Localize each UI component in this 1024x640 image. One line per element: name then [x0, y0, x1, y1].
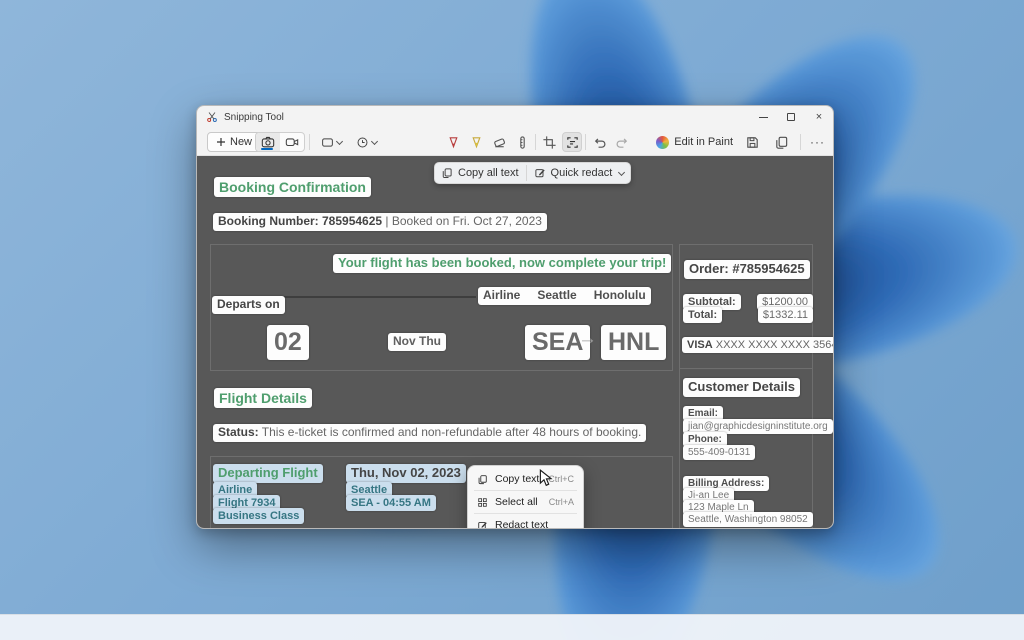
redact-icon [477, 520, 488, 530]
snip-canvas: Booking Confirmation Booking Number: 785… [197, 156, 834, 529]
eraser-button[interactable] [489, 132, 509, 152]
copy-all-text-button[interactable]: Copy all text [441, 167, 519, 179]
maximize-button[interactable] [777, 106, 805, 128]
ocr-total-value[interactable]: $1332.11 [758, 307, 813, 323]
red-pen-icon [446, 135, 461, 150]
ocr-total-label[interactable]: Total: [683, 307, 722, 323]
crop-icon [542, 135, 557, 150]
ocr-phone-value[interactable]: 555-409-0131 [683, 445, 755, 460]
chevron-down-icon[interactable] [618, 168, 625, 175]
highlighter-icon [469, 135, 484, 150]
text-actions-icon [565, 135, 580, 150]
ruler-button[interactable] [512, 132, 532, 152]
desktop: Snipping Tool × New [0, 0, 1024, 640]
menu-item-select-all[interactable]: Select all Ctrl+A [468, 492, 583, 512]
rectangle-shape-icon [321, 136, 334, 149]
video-camera-icon [285, 135, 299, 149]
titlebar[interactable]: Snipping Tool × [197, 106, 833, 128]
plus-icon [216, 137, 226, 147]
video-mode-button[interactable] [280, 133, 304, 151]
menu-item-copy-text[interactable]: Copy text Ctrl+C [468, 469, 583, 489]
undo-icon [592, 135, 607, 150]
toolbar-separator [535, 134, 536, 150]
new-snip-button[interactable]: New [207, 132, 261, 152]
route-arrow-icon: → [578, 328, 597, 350]
capture-mode-group [255, 132, 305, 152]
ocr-booking-line[interactable]: Booking Number: 785954625 | Booked on Fr… [213, 213, 547, 231]
taskbar: 78°F Sunny Search [0, 614, 1024, 640]
ocr-day-label[interactable]: Nov Thu [388, 333, 446, 351]
crop-button[interactable] [539, 132, 559, 152]
text-actions-button[interactable] [562, 132, 582, 152]
ocr-departing-title[interactable]: Departing Flight [213, 464, 323, 483]
panel-divider [679, 368, 813, 369]
save-button[interactable] [742, 132, 762, 152]
toolbar-right: Edit in Paint ··· [656, 132, 825, 152]
context-menu: Copy text Ctrl+C Select all Ctrl+A Redac… [467, 465, 584, 529]
copy-icon [477, 474, 488, 485]
toolbar: New [197, 128, 833, 156]
minimize-button[interactable] [749, 106, 777, 128]
quick-redact-button[interactable]: Quick redact [534, 167, 613, 179]
see-more-button[interactable]: ··· [810, 135, 825, 149]
delay-dropdown[interactable] [352, 132, 381, 152]
copy-button[interactable] [771, 132, 791, 152]
copy-icon [441, 167, 453, 179]
toolbar-separator [309, 134, 310, 150]
camera-icon [261, 135, 275, 149]
ocr-departing-cabin[interactable]: Business Class [213, 508, 304, 524]
menu-separator [474, 490, 577, 491]
text-actions-bar: Copy all text Quick redact [434, 162, 631, 184]
ocr-departs-on[interactable]: Departs on [212, 296, 285, 314]
toolbar-separator [800, 134, 801, 150]
ocr-departing-date[interactable]: Thu, Nov 02, 2023 [346, 464, 466, 483]
snipping-tool-window: Snipping Tool × New [196, 105, 834, 529]
ocr-to-code[interactable]: HNL [601, 325, 666, 360]
select-all-icon [477, 497, 488, 508]
toolbar-separator [526, 165, 527, 181]
annotation-tools [443, 132, 632, 152]
ocr-departing-time[interactable]: SEA - 04:55 AM [346, 495, 436, 511]
ocr-section-title[interactable]: Flight Details [214, 388, 312, 408]
copy-icon [774, 135, 789, 150]
ocr-customer-title[interactable]: Customer Details [683, 378, 800, 397]
ocr-banner[interactable]: Your flight has been booked, now complet… [333, 254, 671, 273]
undo-button[interactable] [589, 132, 609, 152]
eraser-icon [492, 135, 507, 150]
edit-in-paint-button[interactable]: Edit in Paint [656, 136, 733, 149]
toolbar-separator [585, 134, 586, 150]
mouse-cursor [539, 469, 553, 487]
ocr-page-title[interactable]: Booking Confirmation [214, 177, 371, 197]
ruler-icon [515, 135, 530, 150]
snipping-tool-app-icon [206, 111, 218, 123]
close-button[interactable]: × [805, 106, 833, 128]
snip-shape-dropdown[interactable] [317, 132, 346, 152]
menu-separator [474, 513, 577, 514]
ocr-day[interactable]: 02 [267, 325, 309, 360]
screenshot-mode-button[interactable] [256, 133, 280, 151]
ocr-card-line[interactable]: VISA XXXX XXXX XXXX 3564 [682, 337, 834, 353]
paint-app-icon [656, 136, 669, 149]
redo-button[interactable] [612, 132, 632, 152]
clock-icon [356, 136, 369, 149]
ocr-billing-city[interactable]: Seattle, Washington 98052 [683, 512, 813, 527]
ocr-order-title[interactable]: Order: #785954625 [684, 260, 810, 279]
redact-icon [534, 167, 546, 179]
ocr-status-line[interactable]: Status: This e-ticket is confirmed and n… [213, 424, 646, 442]
redo-icon [615, 135, 630, 150]
save-icon [745, 135, 760, 150]
window-title: Snipping Tool [224, 112, 284, 123]
highlighter-button[interactable] [466, 132, 486, 152]
chevron-down-icon [371, 137, 378, 144]
menu-item-redact-text[interactable]: Redact text [468, 515, 583, 529]
ballpoint-pen-button[interactable] [443, 132, 463, 152]
chevron-down-icon [336, 137, 343, 144]
ocr-route-header[interactable]: AirlineSeattleHonolulu [478, 287, 651, 305]
